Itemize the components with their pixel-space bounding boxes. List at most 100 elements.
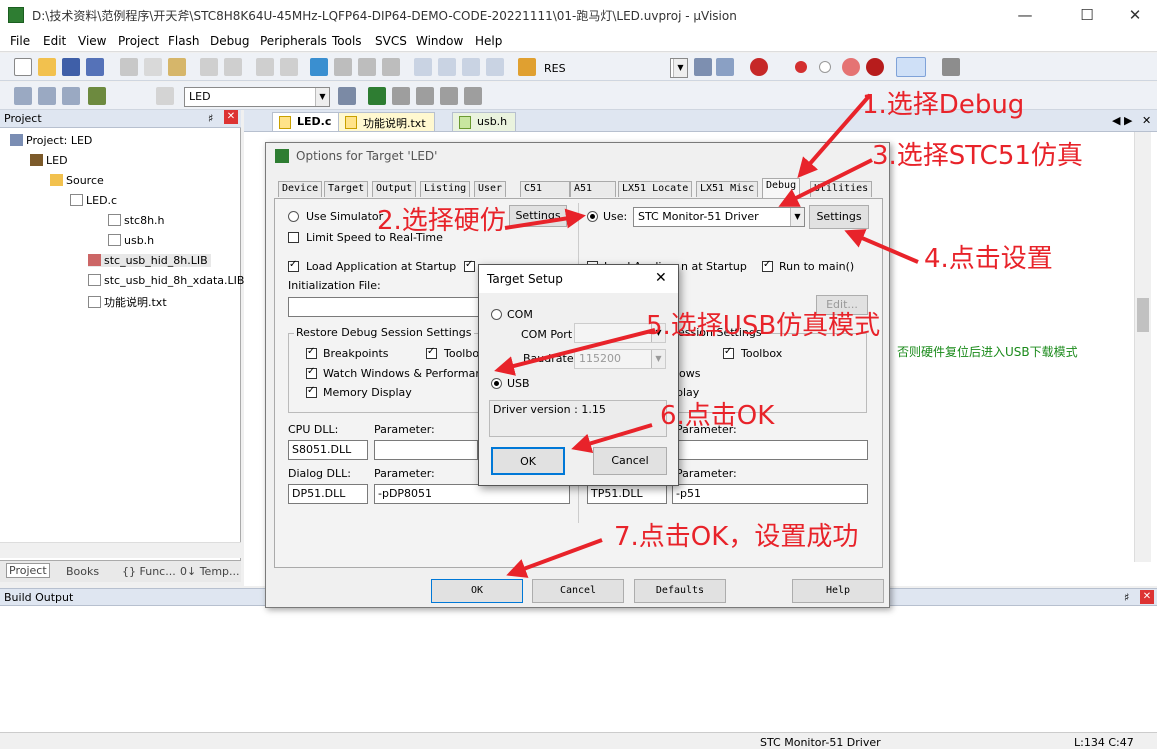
menu-flash[interactable]: Flash (168, 34, 199, 48)
prev-bookmark-icon[interactable] (334, 58, 352, 76)
copy-icon[interactable] (144, 58, 162, 76)
dialog-dll-input[interactable]: DP51.DLL (288, 484, 368, 504)
target-select-dropdown[interactable]: LED ▼ (184, 87, 330, 107)
maximize-icon[interactable]: ☐ (1072, 4, 1102, 26)
debug-session-icon[interactable] (750, 58, 768, 76)
ok-button[interactable]: OK (431, 579, 523, 603)
tab-output[interactable]: Output (372, 181, 417, 197)
limit-speed-checkbox[interactable] (288, 232, 299, 243)
tab-led-c[interactable]: LED.c (272, 112, 341, 131)
nav-back-icon[interactable] (256, 58, 274, 76)
tree-project[interactable]: Project: LED (10, 134, 92, 147)
disable-all-breakpoints-icon[interactable] (842, 58, 860, 76)
paste-icon[interactable] (168, 58, 186, 76)
tab-utilities[interactable]: Utilities (810, 181, 873, 197)
undo-icon[interactable] (200, 58, 218, 76)
tab-functions[interactable]: {} Func... (122, 565, 176, 578)
tree-include-usb[interactable]: usb.h (108, 234, 154, 247)
menu-peripherals[interactable]: Peripherals (260, 34, 327, 48)
dialog-param-input[interactable]: -pDP8051 (374, 484, 570, 504)
driver-settings-button[interactable]: Settings (809, 205, 869, 229)
pane-close-icon[interactable]: ✕ (224, 110, 238, 124)
comment-icon[interactable] (462, 58, 480, 76)
run-time-env-icon[interactable] (416, 87, 434, 105)
defaults-button[interactable]: Defaults (634, 579, 726, 603)
project-hscroll[interactable] (0, 542, 241, 558)
build-output-body[interactable] (0, 606, 1157, 732)
scroll-thumb[interactable] (1137, 298, 1149, 332)
save-all-icon[interactable] (86, 58, 104, 76)
use-simulator-radio[interactable] (288, 211, 299, 222)
cpu-dll-input[interactable]: S8051.DLL (288, 440, 368, 460)
menu-tools[interactable]: Tools (332, 34, 362, 48)
tab-lx51-misc[interactable]: LX51 Misc (696, 181, 759, 197)
target-options-wand-icon[interactable] (338, 87, 356, 105)
menu-debug[interactable]: Debug (210, 34, 249, 48)
tree-target[interactable]: LED (30, 154, 68, 167)
new-file-icon[interactable] (14, 58, 32, 76)
tab-listing[interactable]: Listing (420, 181, 471, 197)
menu-edit[interactable]: Edit (43, 34, 66, 48)
cpu-param-input[interactable] (374, 440, 478, 460)
uncomment-icon[interactable] (486, 58, 504, 76)
setup-cancel-button[interactable]: Cancel (593, 447, 667, 475)
tree-file-led-c[interactable]: LED.c (70, 194, 117, 207)
simulator-settings-button[interactable]: Settings (509, 205, 567, 227)
translate-icon[interactable] (14, 87, 32, 105)
tab-debug[interactable]: Debug (762, 178, 801, 198)
tab-books[interactable]: Books (66, 565, 99, 578)
tree-txt-file[interactable]: 功能说明.txt (88, 294, 167, 310)
next-bookmark-icon[interactable] (358, 58, 376, 76)
tab-target[interactable]: Target (324, 181, 369, 197)
cut-icon[interactable] (120, 58, 138, 76)
tab-user[interactable]: User (474, 181, 507, 197)
menu-window[interactable]: Window (416, 34, 463, 48)
usb-radio[interactable] (491, 378, 502, 389)
run-to-main-checkbox-left[interactable] (464, 259, 475, 272)
editor-close-icon[interactable]: ✕ (1142, 114, 1151, 127)
tab-scroll-icon[interactable]: ◀ ▶ (1112, 114, 1132, 127)
incremental-find-icon[interactable] (716, 58, 734, 76)
manage-components-icon[interactable] (368, 87, 386, 105)
help-button[interactable]: Help (792, 579, 884, 603)
tab-device[interactable]: Device (278, 181, 323, 197)
clear-bookmarks-icon[interactable] (382, 58, 400, 76)
build-target-dropdown[interactable]: ▼ (670, 58, 688, 78)
tab-a51[interactable]: A51 (570, 181, 616, 197)
use-driver-radio[interactable] (587, 211, 598, 222)
open-folder-icon[interactable] (38, 58, 56, 76)
find-icon[interactable] (694, 58, 712, 76)
toolbox-checkbox[interactable] (723, 346, 734, 359)
tree-lib1[interactable]: stc_usb_hid_8h.LIB (88, 254, 211, 267)
watch-checkbox[interactable] (306, 366, 317, 379)
select-packs-icon[interactable] (392, 87, 410, 105)
kill-all-breakpoints-icon[interactable] (866, 58, 884, 76)
driver-dialog-param-input[interactable]: -p51 (672, 484, 868, 504)
menu-svcs[interactable]: SVCS (375, 34, 407, 48)
tab-lx51-locate[interactable]: LX51 Locate (618, 181, 693, 197)
breakpoints-checkbox[interactable] (306, 346, 317, 359)
close-icon[interactable]: ✕ (655, 270, 667, 286)
cancel-button[interactable]: Cancel (532, 579, 624, 603)
pin-icon[interactable]: ♯ (1124, 591, 1129, 604)
tab-usb-h[interactable]: usb.h (452, 112, 517, 131)
tree-lib2[interactable]: stc_usb_hid_8h_xdata.LIB (88, 274, 244, 287)
menu-help[interactable]: Help (475, 34, 502, 48)
init-file-input[interactable] (288, 297, 484, 317)
com-radio[interactable] (491, 309, 502, 320)
tab-c51[interactable]: C51 (520, 181, 570, 197)
tab-readme-txt[interactable]: 功能说明.txt (338, 112, 435, 131)
menu-file[interactable]: File (10, 34, 30, 48)
unindent-icon[interactable] (438, 58, 456, 76)
driver-dialog-dll-input[interactable]: TP51.DLL (587, 484, 667, 504)
nav-forward-icon[interactable] (280, 58, 298, 76)
close-icon[interactable]: ✕ (1120, 4, 1150, 26)
rebuild-icon[interactable] (62, 87, 80, 105)
batch-build-icon[interactable] (88, 87, 106, 105)
insert-breakpoint-icon[interactable] (795, 61, 807, 73)
find-in-files-icon[interactable] (518, 58, 536, 76)
pane-close-icon[interactable]: ✕ (1140, 590, 1154, 604)
minimize-icon[interactable]: — (1010, 4, 1040, 26)
load-app-checkbox[interactable] (288, 259, 299, 272)
menu-view[interactable]: View (78, 34, 106, 48)
